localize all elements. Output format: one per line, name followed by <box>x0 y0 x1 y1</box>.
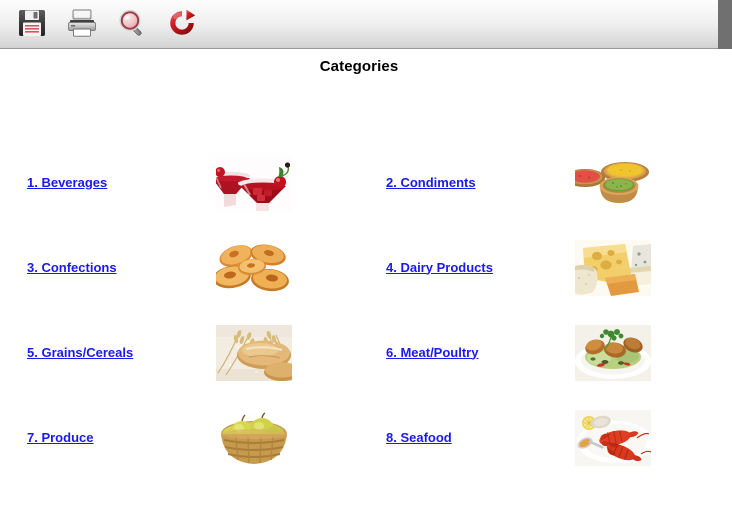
category-image-grains-cereals <box>216 324 292 381</box>
page-right-margin <box>718 49 732 517</box>
table-row: 5. Grains/Cereals 6. Meat/Poultry <box>0 310 718 395</box>
category-cell-beverages: 1. Beverages <box>0 140 359 225</box>
category-link-condiments[interactable]: 2. Condiments <box>386 175 476 190</box>
category-image-beverages <box>216 154 292 211</box>
category-link-meat-poultry[interactable]: 6. Meat/Poultry <box>386 345 478 360</box>
categories-grid: 1. Beverages 2. Condiments 3. Confection… <box>0 140 718 480</box>
category-image-meat-poultry <box>575 324 651 381</box>
table-row: 1. Beverages 2. Condiments <box>0 140 718 225</box>
category-image-produce <box>216 409 292 466</box>
refresh-button[interactable]: Refresh <box>164 6 200 42</box>
floppy-disk-icon <box>17 8 47 41</box>
table-row: 3. Confections 4. Dairy Products <box>0 225 718 310</box>
category-cell-meat-poultry: 6. Meat/Poultry <box>359 310 718 395</box>
page-title: Categories <box>319 58 399 75</box>
category-cell-seafood: 8. Seafood <box>359 395 718 480</box>
toolbar-right-rail <box>718 0 732 49</box>
print-button[interactable]: Print <box>64 6 100 42</box>
category-cell-dairy-products: 4. Dairy Products <box>359 225 718 310</box>
category-link-produce[interactable]: 7. Produce <box>27 430 93 445</box>
toolbar: Save <box>0 0 718 49</box>
category-link-beverages[interactable]: 1. Beverages <box>27 175 107 190</box>
category-cell-confections: 3. Confections <box>0 225 359 310</box>
category-link-grains-cereals[interactable]: 5. Grains/Cereals <box>27 345 133 360</box>
category-cell-produce: 7. Produce <box>0 395 359 480</box>
category-image-confections <box>216 239 292 296</box>
printer-icon <box>66 8 98 41</box>
refresh-icon <box>167 8 197 41</box>
table-row: 7. Produce 8. Seafood <box>0 395 718 480</box>
category-cell-grains-cereals: 5. Grains/Cereals <box>0 310 359 395</box>
category-image-dairy-products <box>575 239 651 296</box>
magnifier-icon <box>117 8 147 41</box>
category-link-seafood[interactable]: 8. Seafood <box>386 430 452 445</box>
save-button[interactable]: Save <box>14 6 50 42</box>
category-image-condiments <box>575 154 651 211</box>
preview-button[interactable]: Print Preview <box>114 6 150 42</box>
category-link-dairy-products[interactable]: 4. Dairy Products <box>386 260 493 275</box>
category-link-confections[interactable]: 3. Confections <box>27 260 117 275</box>
category-image-seafood <box>575 409 651 466</box>
category-cell-condiments: 2. Condiments <box>359 140 718 225</box>
